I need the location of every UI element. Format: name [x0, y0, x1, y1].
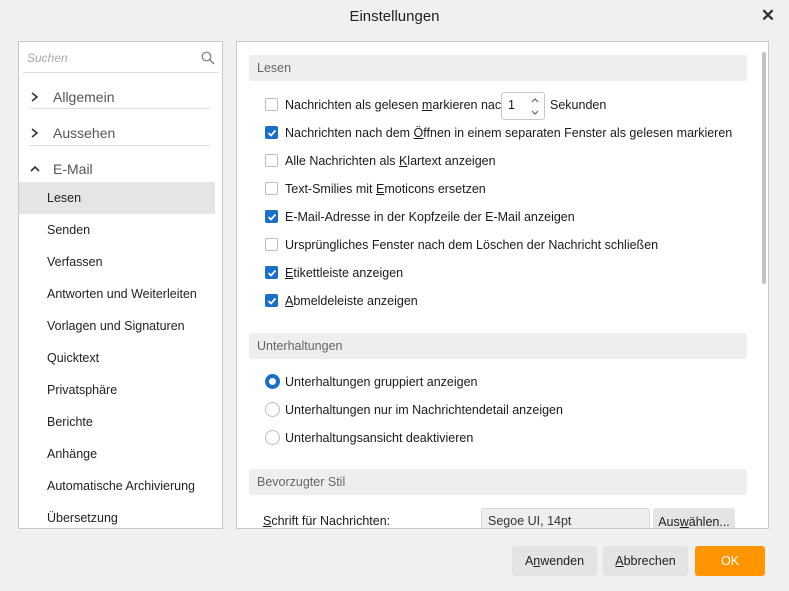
- choose-font-button[interactable]: Auswählen...: [653, 508, 735, 528]
- sidebar-item-verfassen[interactable]: Verfassen: [19, 246, 215, 278]
- radio-button[interactable]: [265, 402, 280, 417]
- sidebar-item-vorlagen[interactable]: Vorlagen und Signaturen: [19, 310, 215, 342]
- scrollbar[interactable]: [762, 52, 766, 284]
- option-label: Alle Nachrichten als Klartext anzeigen: [285, 154, 496, 168]
- section-header-stil: Bevorzugter Stil: [249, 469, 747, 495]
- sidebar-item-berichte[interactable]: Berichte: [19, 406, 215, 438]
- radio-button[interactable]: [265, 430, 280, 445]
- section-header-unterhaltungen: Unterhaltungen: [249, 333, 747, 359]
- close-icon[interactable]: ✕: [757, 6, 779, 26]
- option-label: E-Mail-Adresse in der Kopfzeile der E-Ma…: [285, 210, 575, 224]
- sidebar-item-archivierung[interactable]: Automatische Archivierung: [19, 470, 215, 502]
- category-label: Aussehen: [53, 125, 116, 141]
- category-label: E-Mail: [53, 161, 93, 177]
- font-label: Schrift für Nachrichten:: [263, 514, 391, 528]
- divider: [29, 145, 210, 146]
- sidebar-item-privatsphaere[interactable]: Privatsphäre: [19, 374, 215, 406]
- chevron-up-icon: [30, 165, 40, 172]
- chevron-right-icon: [31, 128, 39, 138]
- radio-button[interactable]: [265, 374, 280, 389]
- window-title: Einstellungen: [349, 8, 440, 25]
- search-input[interactable]: [23, 45, 201, 71]
- seconds-stepper[interactable]: 1: [501, 92, 545, 120]
- search-box: [23, 45, 219, 73]
- sidebar-item-quicktext[interactable]: Quicktext: [19, 342, 215, 374]
- sidebar-item-senden[interactable]: Senden: [19, 214, 215, 246]
- sidebar-item-antworten[interactable]: Antworten und Weiterleiten: [19, 278, 215, 310]
- checkbox[interactable]: [265, 210, 278, 223]
- checkbox[interactable]: [265, 98, 278, 111]
- chevron-right-icon: [31, 92, 39, 102]
- sidebar-item-uebersetzung[interactable]: Übersetzung: [19, 502, 215, 528]
- font-display: Segoe UI, 14pt: [481, 508, 650, 528]
- option-label: Ursprüngliches Fenster nach dem Löschen …: [285, 238, 659, 252]
- seconds-suffix: Sekunden: [550, 98, 607, 112]
- stepper-value: 1: [508, 98, 515, 112]
- section-header-lesen: Lesen: [249, 55, 747, 81]
- checkbox[interactable]: [265, 154, 278, 167]
- checkbox[interactable]: [265, 238, 278, 251]
- option-label: Etikettleiste anzeigen: [285, 266, 404, 280]
- option-label: Unterhaltungen nur im Nachrichtendetail …: [285, 403, 563, 417]
- checkbox[interactable]: [265, 182, 278, 195]
- sidebar-item-lesen[interactable]: Lesen: [19, 182, 215, 214]
- settings-sidebar: Allgemein Aussehen E-Mail Lesen Senden V…: [18, 41, 223, 529]
- chevron-up-icon[interactable]: [529, 95, 541, 106]
- settings-content: Lesen Nachrichten als gelesen markieren …: [236, 41, 769, 529]
- option-label: Nachrichten nach dem Öffnen in einem sep…: [285, 126, 733, 140]
- apply-button[interactable]: Anwenden: [512, 546, 597, 576]
- sidebar-item-anhaenge[interactable]: Anhänge: [19, 438, 215, 470]
- checkbox[interactable]: [265, 294, 278, 307]
- category-label: Allgemein: [53, 89, 115, 105]
- checkbox[interactable]: [265, 126, 278, 139]
- option-label: Nachrichten als gelesen markieren nach: [285, 98, 509, 112]
- option-label: Text-Smilies mit Emoticons ersetzen: [285, 182, 486, 196]
- search-icon: [201, 51, 215, 65]
- checkbox[interactable]: [265, 266, 278, 279]
- chevron-down-icon[interactable]: [529, 107, 541, 118]
- option-label: Abmeldeleiste anzeigen: [285, 294, 418, 308]
- ok-button[interactable]: OK: [695, 546, 765, 576]
- cancel-button[interactable]: Abbrechen: [603, 546, 688, 576]
- category-email[interactable]: E-Mail: [19, 155, 222, 185]
- option-label: Unterhaltungsansicht deaktivieren: [285, 431, 474, 445]
- divider: [29, 108, 210, 109]
- option-label: Unterhaltungen gruppiert anzeigen: [285, 375, 478, 389]
